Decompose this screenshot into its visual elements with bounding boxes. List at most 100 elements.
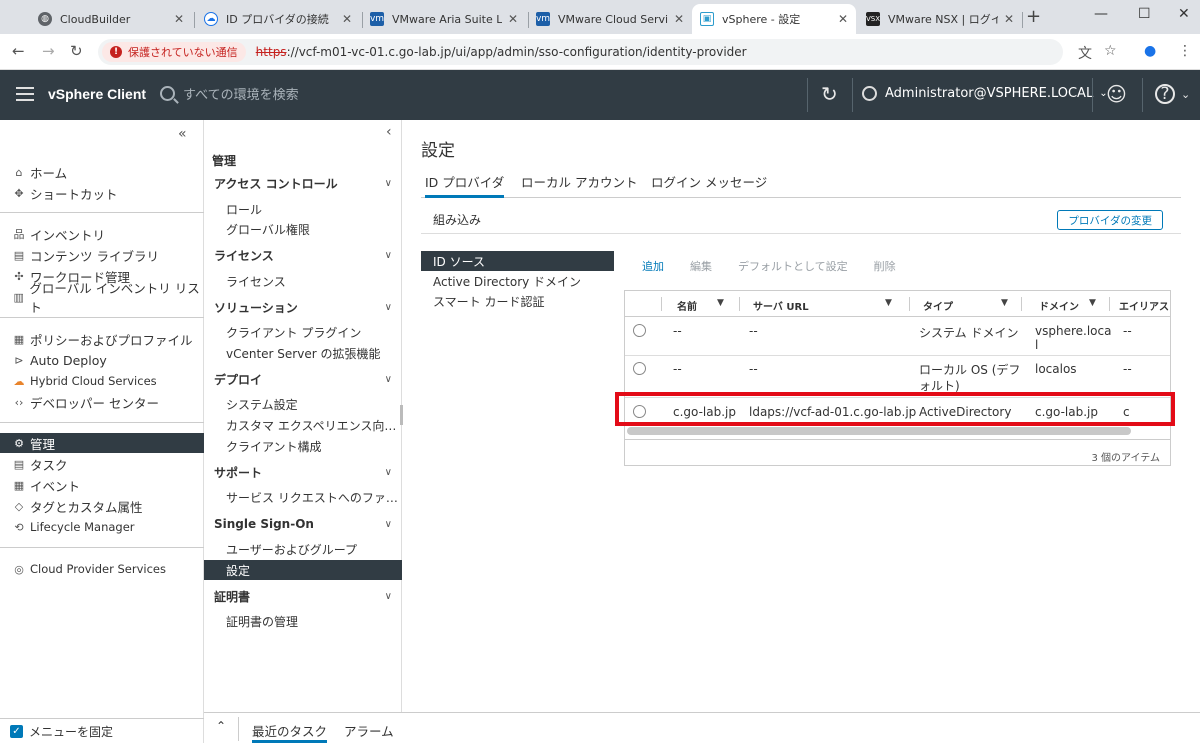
close-tab-icon[interactable]: ✕ <box>838 12 848 26</box>
pin-menu-checkbox[interactable]: ✓ メニューを固定 <box>0 718 204 743</box>
nav-item-auto-deploy[interactable]: ⊳ Auto Deploy <box>0 350 204 370</box>
nav-item-content-library[interactable]: ▤ コンテンツ ライブラリ <box>0 245 204 265</box>
item-count: 3 個のアイテム <box>1091 453 1160 464</box>
nav-item-tags[interactable]: ◇ タグとカスタム属性 <box>0 496 204 516</box>
nav-item-home[interactable]: ⌂ ホーム <box>0 162 204 182</box>
minimize-icon[interactable]: — <box>1094 6 1108 22</box>
add-button[interactable]: 追加 <box>642 258 664 274</box>
tab-recent-tasks[interactable]: 最近のタスク <box>252 721 328 743</box>
bookmark-star-icon[interactable]: ☆ <box>1104 43 1117 59</box>
filter-icon[interactable]: ▼ <box>1001 298 1008 308</box>
col-name[interactable]: 名前 <box>677 298 697 313</box>
admin-item-global-permissions[interactable]: グローバル権限 <box>204 219 402 239</box>
set-default-button[interactable]: デフォルトとして設定 <box>738 258 848 274</box>
nav-item-shortcuts[interactable]: ✥ ショートカット <box>0 183 204 203</box>
close-window-icon[interactable]: ✕ <box>1178 6 1190 22</box>
nav-item-policies[interactable]: ▦ ポリシーおよびプロファイル <box>0 329 204 349</box>
nav-item-cloud-provider[interactable]: ◎ Cloud Provider Services <box>0 559 204 579</box>
tab-identity-provider[interactable]: ID プロバイダ <box>425 172 505 198</box>
col-type[interactable]: タイプ <box>923 298 953 313</box>
admin-item-configuration[interactable]: 設定 <box>204 560 402 580</box>
close-tab-icon[interactable]: ✕ <box>1004 12 1014 26</box>
nav-item-developer-center[interactable]: ‹› デベロッパー センター <box>0 392 204 412</box>
browser-tab-cloud-services[interactable]: vm VMware Cloud Services ✕ <box>528 4 692 34</box>
user-menu[interactable]: Administrator@VSPHERE.LOCAL ⌄ <box>862 86 1108 101</box>
nav-item-events[interactable]: ▦ イベント <box>0 475 204 495</box>
section-licensing[interactable]: ライセンス ∨ <box>204 244 402 266</box>
feedback-smiley-icon[interactable]: ☺ <box>1106 82 1127 106</box>
admin-item-users-groups[interactable]: ユーザーおよびグループ <box>204 539 402 559</box>
subnav-smart-card[interactable]: スマート カード認証 <box>421 291 614 311</box>
filter-icon[interactable]: ▼ <box>1089 298 1096 308</box>
nav-item-lifecycle-manager[interactable]: ⟲ Lifecycle Manager <box>0 517 204 537</box>
collapse-nav-icon[interactable]: « <box>178 126 187 142</box>
menu-dots-icon[interactable]: ⋮ <box>1178 43 1192 59</box>
collapse-admin-nav-icon[interactable]: ‹ <box>386 124 392 140</box>
admin-item-system-config[interactable]: システム設定 <box>204 394 402 414</box>
shortcut-icon: ✥ <box>14 186 24 200</box>
maximize-icon[interactable]: ☐ <box>1138 6 1151 22</box>
hamburger-menu-icon[interactable] <box>16 87 34 101</box>
row-radio[interactable] <box>633 324 646 337</box>
col-server-url[interactable]: サーバ URL <box>753 298 809 313</box>
close-tab-icon[interactable]: ✕ <box>174 12 184 26</box>
tab-alarms[interactable]: アラーム <box>344 721 394 740</box>
browser-tab-aria-suite[interactable]: vm VMware Aria Suite Lifecycl ✕ <box>362 4 526 34</box>
admin-item-client-plugins[interactable]: クライアント プラグイン <box>204 322 402 342</box>
admin-item-ceip[interactable]: カスタマ エクスペリエンス向… <box>204 415 402 435</box>
security-badge[interactable]: ! 保護されていない通信 <box>102 42 246 62</box>
tab-login-message[interactable]: ログイン メッセージ <box>651 172 767 198</box>
close-tab-icon[interactable]: ✕ <box>674 12 684 26</box>
global-search[interactable]: すべての環境を検索 <box>160 84 299 103</box>
close-tab-icon[interactable]: ✕ <box>508 12 518 26</box>
close-tab-icon[interactable]: ✕ <box>342 12 352 26</box>
nav-item-administration[interactable]: ⚙ 管理 <box>0 433 204 453</box>
horizontal-scrollbar[interactable] <box>627 427 1131 435</box>
delete-button[interactable]: 削除 <box>874 258 896 274</box>
nav-item-hybrid-cloud[interactable]: ☁ Hybrid Cloud Services <box>0 371 204 391</box>
admin-item-client-config[interactable]: クライアント構成 <box>204 436 402 456</box>
filter-icon[interactable]: ▼ <box>717 298 724 308</box>
filter-icon[interactable]: ▼ <box>885 298 892 308</box>
translate-icon[interactable]: 文 <box>1078 43 1092 63</box>
admin-item-roles[interactable]: ロール <box>204 199 402 219</box>
reload-icon[interactable]: ↻ <box>70 42 83 60</box>
profile-icon[interactable]: ● <box>1144 43 1156 59</box>
chevron-down-icon[interactable]: ⌄ <box>1181 88 1190 101</box>
refresh-icon[interactable]: ↻ <box>821 82 838 106</box>
tab-local-accounts[interactable]: ローカル アカウント <box>521 172 637 198</box>
col-alias[interactable]: エイリアス <box>1119 298 1169 313</box>
chevron-down-icon: ∨ <box>384 518 392 530</box>
admin-item-licenses[interactable]: ライセンス <box>204 271 402 291</box>
nav-item-global-inventory[interactable]: ▥ グローバル インベントリ リスト <box>0 281 204 315</box>
section-support[interactable]: サポート ∨ <box>204 461 402 483</box>
section-solutions[interactable]: ソリューション ∨ <box>204 296 402 318</box>
subnav-identity-sources[interactable]: ID ソース <box>421 251 614 271</box>
nav-item-tasks[interactable]: ▤ タスク <box>0 454 204 474</box>
admin-item-cert-management[interactable]: 証明書の管理 <box>204 611 402 631</box>
chevron-up-icon[interactable]: ⌃ <box>216 719 226 733</box>
subnav-ad-domain[interactable]: Active Directory ドメイン <box>421 271 614 291</box>
section-access-control[interactable]: アクセス コントロール ∨ <box>204 172 402 194</box>
forward-icon[interactable]: → <box>42 42 55 60</box>
col-domain[interactable]: ドメイン <box>1039 298 1079 313</box>
section-certificates[interactable]: 証明書 ∨ <box>204 585 402 607</box>
browser-tab-nsx-login[interactable]: VSX VMware NSX | ログイン ✕ <box>858 4 1022 34</box>
browser-tab-idp-connection[interactable]: ☁ ID プロバイダの接続 ✕ <box>196 4 360 34</box>
row-radio[interactable] <box>633 362 646 375</box>
help-icon[interactable]: ? <box>1155 84 1175 104</box>
browser-tab-cloudbuilder[interactable]: ◍ CloudBuilder ✕ <box>30 4 192 34</box>
new-tab-icon[interactable]: + <box>1026 6 1041 27</box>
browser-tab-vsphere-settings[interactable]: ▣ vSphere - 設定 ✕ <box>692 4 856 34</box>
nav-item-inventory[interactable]: 品インベントリ <box>0 224 204 244</box>
change-provider-button[interactable]: プロバイダの変更 <box>1057 210 1163 230</box>
section-deployment[interactable]: デプロイ ∨ <box>204 368 402 390</box>
edit-button[interactable]: 編集 <box>690 258 712 274</box>
back-icon[interactable]: ← <box>12 42 25 60</box>
admin-item-vcenter-extensions[interactable]: vCenter Server の拡張機能 <box>204 343 402 363</box>
table-row[interactable]: -- -- システム ドメイン vsphere.loca l -- <box>625 317 1170 356</box>
admin-item-service-request[interactable]: サービス リクエストへのファ… <box>204 487 402 507</box>
url-text[interactable]: https://vcf-m01-vc-01.c.go-lab.jp/ui/app… <box>256 45 747 59</box>
omnibox[interactable]: ! 保護されていない通信 https://vcf-m01-vc-01.c.go-… <box>98 39 1063 65</box>
section-sso[interactable]: Single Sign-On ∨ <box>204 513 402 535</box>
